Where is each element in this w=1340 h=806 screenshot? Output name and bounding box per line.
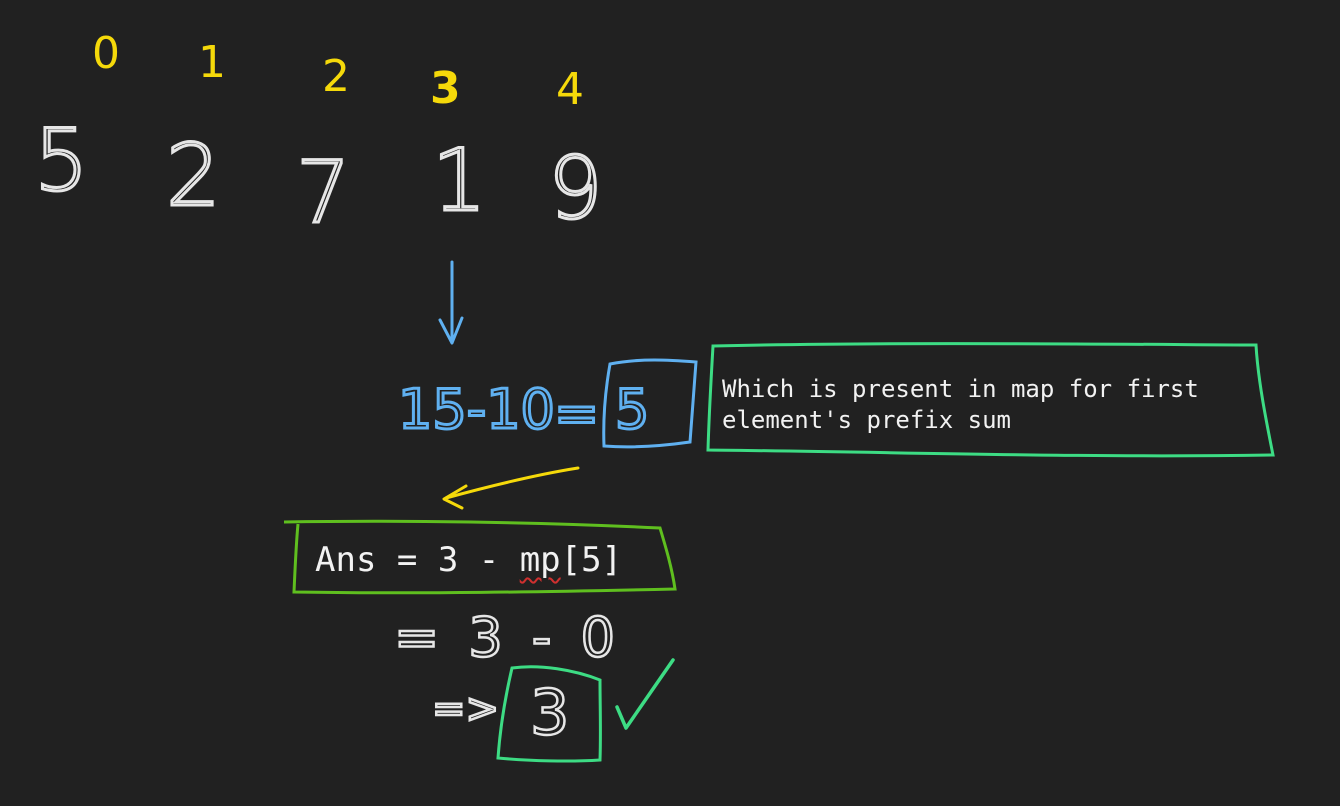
formula-suffix: [5] [560,540,623,580]
array-value-2: 7 [296,143,351,243]
array-value-4: 9 [548,139,603,239]
formula-mp-word: mp [519,540,561,580]
index-0: 0 [92,28,120,79]
array-value-0: 5 [34,111,89,211]
equation-equals: = [554,382,599,445]
equation: 15-10 = 5 [397,377,651,447]
equation-lhs: 15-10 [398,378,555,441]
index-1: 1 [198,37,226,88]
down-arrow-icon [438,260,464,345]
array-value-3: 1 [432,131,487,231]
check-mark-icon [615,658,675,730]
step-3-arrow: => [432,686,499,732]
left-arrow-icon [442,466,580,510]
array-row: 5 2 7 1 9 [33,110,605,245]
note-text: Which is present in map for first elemen… [722,375,1214,434]
formula-prefix: Ans = 3 - [315,540,520,580]
step-2: = 3 - 0 [394,606,621,669]
index-row: 0 1 2 3 4 [92,28,584,115]
answer-value: 3 [530,676,569,749]
equation-result: 5 [615,378,649,441]
formula-text: Ans = 3 - mp[5] [315,538,622,582]
index-4: 4 [556,64,584,115]
index-3: 3 [430,63,461,114]
array-value-1: 2 [166,126,221,226]
index-2: 2 [322,51,350,102]
